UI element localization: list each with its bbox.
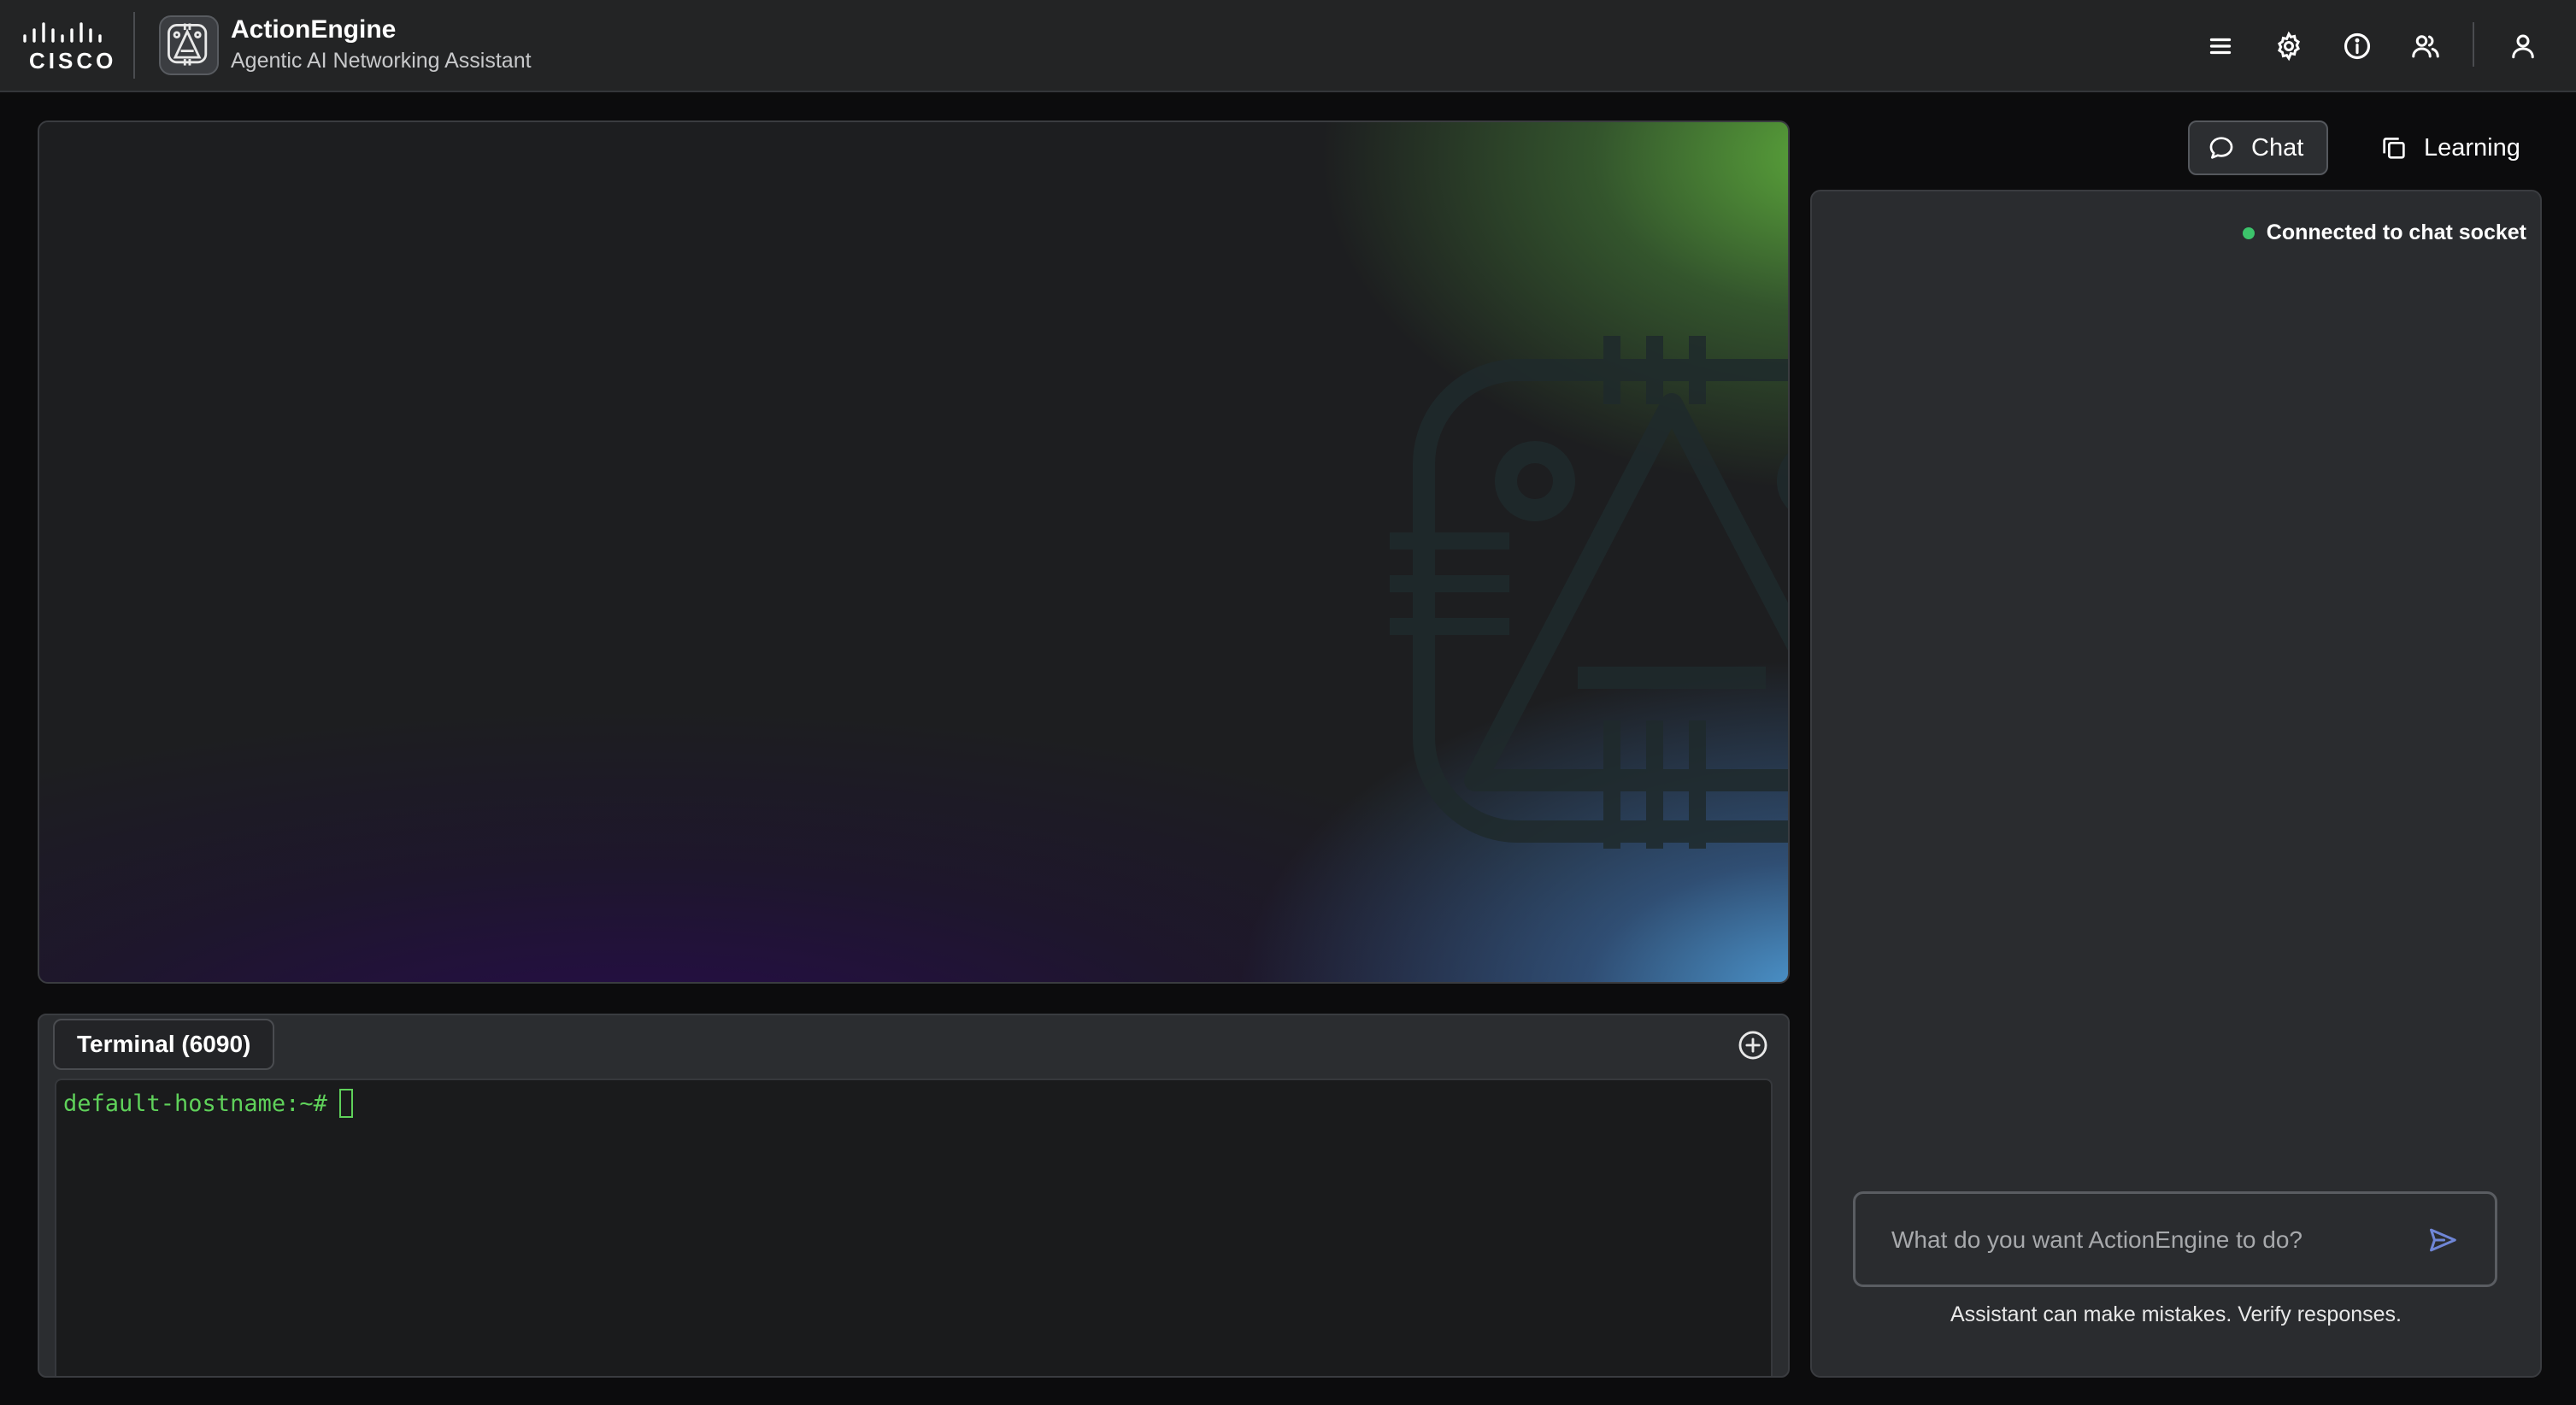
app-subtitle: Agentic AI Networking Assistant: [231, 49, 532, 73]
splash-panel: [38, 121, 1790, 984]
learning-mode-label: Learning: [2424, 133, 2520, 162]
header-divider: [133, 12, 135, 79]
chat-panel: Connected to chat socket Assistant can m…: [1810, 190, 2542, 1378]
settings-gear-icon[interactable]: [2270, 27, 2308, 65]
actionengine-logo-icon: [159, 15, 219, 75]
assistant-disclaimer: Assistant can make mistakes. Verify resp…: [1950, 1302, 2402, 1326]
learning-mode-button[interactable]: Learning: [2362, 121, 2559, 175]
send-icon[interactable]: [2426, 1224, 2459, 1256]
terminal-panel: Terminal (6090) default-hostname:~#: [38, 1014, 1790, 1378]
user-profile-icon[interactable]: [2504, 27, 2542, 65]
terminal-tab[interactable]: Terminal (6090): [53, 1019, 275, 1070]
terminal-prompt-line: default-hostname:~#: [63, 1089, 353, 1118]
copy-pages-icon: [2383, 138, 2405, 159]
chat-mode-button[interactable]: Chat: [2188, 121, 2328, 175]
terminal-cursor: [338, 1089, 353, 1118]
chat-bubble-icon: [2209, 137, 2233, 159]
cisco-logo: CISCO: [22, 22, 113, 73]
connection-status-text: Connected to chat socket: [2266, 220, 2526, 244]
chat-input[interactable]: [1890, 1194, 2406, 1286]
connection-status: Connected to chat socket: [2242, 220, 2526, 245]
status-dot-icon: [2242, 226, 2255, 239]
cisco-wordmark: CISCO: [29, 48, 117, 73]
add-terminal-icon[interactable]: [1737, 1029, 1769, 1061]
actionengine-emblem-icon: [1390, 336, 1788, 849]
terminal-prompt: default-hostname:~#: [63, 1090, 327, 1117]
chat-mode-label: Chat: [2251, 133, 2304, 162]
app-title: ActionEngine: [231, 15, 397, 44]
chat-input-box[interactable]: [1853, 1191, 2497, 1287]
info-icon[interactable]: [2338, 27, 2376, 65]
header-icons-divider: [2473, 22, 2474, 67]
cisco-bars-icon: [23, 22, 102, 43]
terminal-screen[interactable]: default-hostname:~#: [55, 1079, 1773, 1376]
top-bar: CISCO ActionEngine Agentic AI Networking…: [0, 0, 2576, 92]
users-icon[interactable]: [2407, 27, 2444, 65]
menu-icon[interactable]: [2202, 27, 2239, 65]
